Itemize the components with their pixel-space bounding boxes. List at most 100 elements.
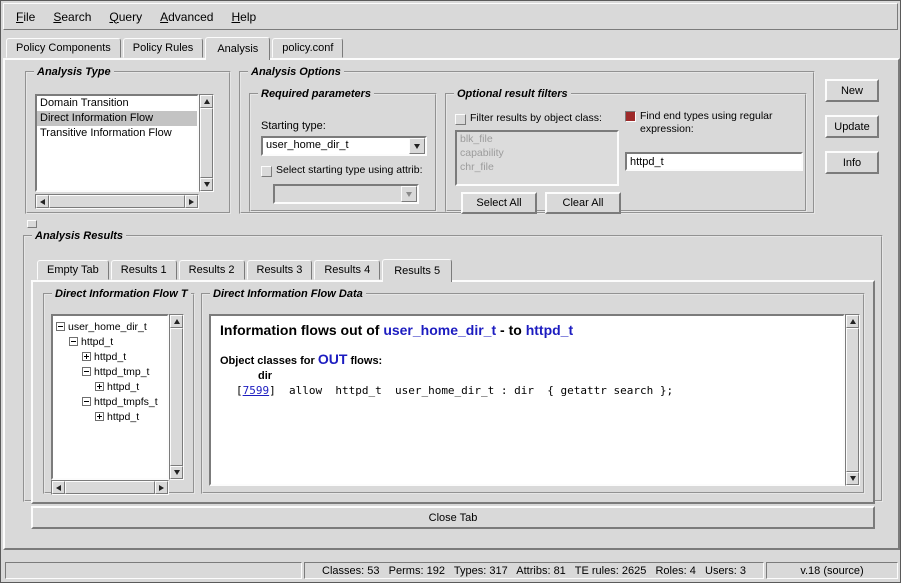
- starting-type-dropdown-button[interactable]: [409, 138, 425, 154]
- pane-sash-handle[interactable]: [27, 220, 37, 228]
- menu-query-label: Query: [109, 10, 142, 24]
- scroll-up-button[interactable]: [200, 95, 213, 108]
- tree-expand-icon[interactable]: [95, 412, 104, 421]
- regex-checkbox-label: Find end types using regular expression:: [640, 110, 803, 136]
- optional-result-filters-frame: Optional result filters Filter results b…: [445, 88, 807, 212]
- tree-node-label[interactable]: user_home_dir_t: [68, 321, 147, 333]
- scroll-up-button[interactable]: [170, 315, 183, 328]
- rule-number-link[interactable]: 7599: [243, 384, 270, 397]
- new-button[interactable]: New: [825, 79, 879, 102]
- scroll-up-button[interactable]: [846, 315, 859, 328]
- tree-collapse-icon[interactable]: [82, 367, 91, 376]
- object-classes-prefix: Object classes for: [220, 355, 318, 367]
- tree-expand-icon[interactable]: [82, 352, 91, 361]
- tree-node-label[interactable]: httpd_t: [94, 351, 126, 363]
- tab-policy-rules[interactable]: Policy Rules: [123, 38, 204, 58]
- scroll-thumb[interactable]: [846, 328, 859, 472]
- analysis-type-title: Analysis Type: [34, 66, 114, 78]
- arrow-up-icon: [204, 99, 210, 104]
- arrow-up-icon: [174, 319, 180, 324]
- menu-search[interactable]: Search: [44, 6, 100, 28]
- tree-collapse-icon[interactable]: [69, 337, 78, 346]
- tab-results-1[interactable]: Results 1: [111, 260, 177, 280]
- menu-help-label: Help: [231, 10, 256, 24]
- tree-node-label[interactable]: httpd_tmp_t: [94, 366, 149, 378]
- attrib-dropdown-button[interactable]: [401, 186, 417, 202]
- analysis-type-frame: Analysis Type Domain Transition Direct I…: [25, 66, 231, 214]
- scroll-down-button[interactable]: [200, 178, 213, 191]
- clear-all-button[interactable]: Clear All: [545, 192, 621, 214]
- tab-empty-tab[interactable]: Empty Tab: [37, 260, 109, 280]
- attrib-combobox[interactable]: [273, 184, 419, 204]
- scroll-right-button[interactable]: [185, 195, 198, 208]
- flow-tree-title: Direct Information Flow T: [52, 288, 191, 300]
- tab-policy-conf[interactable]: policy.conf: [272, 38, 343, 58]
- tab-results-5[interactable]: Results 5: [382, 259, 452, 282]
- flow-tree[interactable]: user_home_dir_t httpd_t httpd_t httpd_tm…: [51, 314, 169, 480]
- tree-row: httpd_t: [53, 379, 167, 394]
- menu-help[interactable]: Help: [222, 6, 265, 28]
- tab-results-3[interactable]: Results 3: [247, 260, 313, 280]
- analysis-type-listbox[interactable]: Domain Transition Direct Information Flo…: [35, 94, 199, 192]
- menu-file[interactable]: File: [7, 6, 44, 28]
- flow-heading: Information flows out of user_home_dir_t…: [220, 322, 834, 338]
- scroll-left-button[interactable]: [36, 195, 49, 208]
- analysis-type-item-selected[interactable]: Direct Information Flow: [37, 111, 197, 126]
- filter-by-class-checkbox[interactable]: [455, 114, 466, 125]
- tree-node-label[interactable]: httpd_tmpfs_t: [94, 396, 158, 408]
- scroll-thumb[interactable]: [200, 108, 213, 178]
- menu-query[interactable]: Query: [100, 6, 151, 28]
- tab-results-4[interactable]: Results 4: [314, 260, 380, 280]
- select-all-button[interactable]: Select All: [461, 192, 537, 214]
- analysis-results-frame: Analysis Results Empty Tab Results 1 Res…: [23, 230, 883, 502]
- update-button[interactable]: Update: [825, 115, 879, 138]
- regex-input[interactable]: [625, 152, 803, 171]
- regex-checkbox[interactable]: [625, 111, 636, 122]
- tree-node-label[interactable]: httpd_t: [107, 381, 139, 393]
- tree-collapse-icon[interactable]: [56, 322, 65, 331]
- tab-results-2[interactable]: Results 2: [179, 260, 245, 280]
- tree-collapse-icon[interactable]: [82, 397, 91, 406]
- scroll-thumb[interactable]: [49, 195, 185, 208]
- object-class-item[interactable]: chr_file: [457, 160, 617, 174]
- scroll-right-button[interactable]: [155, 481, 168, 494]
- analysis-type-item[interactable]: Transitive Information Flow: [37, 126, 197, 141]
- object-class-listbox[interactable]: blk_file capability chr_file: [455, 130, 619, 186]
- tree-row: httpd_t: [53, 334, 167, 349]
- tree-node-label[interactable]: httpd_t: [81, 336, 113, 348]
- analysis-type-hscrollbar[interactable]: [35, 194, 199, 209]
- menu-file-label: File: [16, 10, 35, 24]
- arrow-up-icon: [850, 319, 856, 324]
- object-class-item[interactable]: capability: [457, 146, 617, 160]
- tree-vscrollbar[interactable]: [169, 314, 184, 480]
- rule-text: allow httpd_t user_home_dir_t : dir { ge…: [276, 384, 673, 397]
- attrib-checkbox[interactable]: [261, 166, 272, 177]
- statusbar-version: v.18 (source): [766, 562, 898, 579]
- tree-row: httpd_t: [53, 409, 167, 424]
- tab-analysis[interactable]: Analysis: [205, 37, 270, 60]
- optional-result-filters-title: Optional result filters: [454, 88, 571, 100]
- scroll-down-button[interactable]: [170, 466, 183, 479]
- object-class-item[interactable]: blk_file: [457, 132, 617, 146]
- menu-advanced-label: Advanced: [160, 10, 213, 24]
- tab-policy-components[interactable]: Policy Components: [6, 38, 121, 58]
- scroll-left-button[interactable]: [52, 481, 65, 494]
- scroll-thumb[interactable]: [170, 328, 183, 466]
- textarea-vscrollbar[interactable]: [845, 314, 860, 486]
- menubar: File Search Query Advanced Help: [3, 3, 898, 30]
- tree-node-label[interactable]: httpd_t: [107, 411, 139, 423]
- tree-expand-icon[interactable]: [95, 382, 104, 391]
- scroll-down-button[interactable]: [846, 472, 859, 485]
- close-tab-button[interactable]: Close Tab: [31, 506, 875, 529]
- starting-type-combobox[interactable]: user_home_dir_t: [261, 136, 427, 156]
- object-classes-suffix: flows:: [347, 355, 382, 367]
- tree-hscrollbar[interactable]: [51, 480, 169, 495]
- analysis-type-item[interactable]: Domain Transition: [37, 96, 197, 111]
- object-classes-line: Object classes for OUT flows:: [220, 351, 834, 367]
- tree-row: httpd_tmpfs_t: [53, 394, 167, 409]
- info-button[interactable]: Info: [825, 151, 879, 174]
- rule-bracket-open: [: [236, 384, 243, 397]
- analysis-type-vscrollbar[interactable]: [199, 94, 214, 192]
- menu-advanced[interactable]: Advanced: [151, 6, 222, 28]
- scroll-thumb[interactable]: [65, 481, 155, 494]
